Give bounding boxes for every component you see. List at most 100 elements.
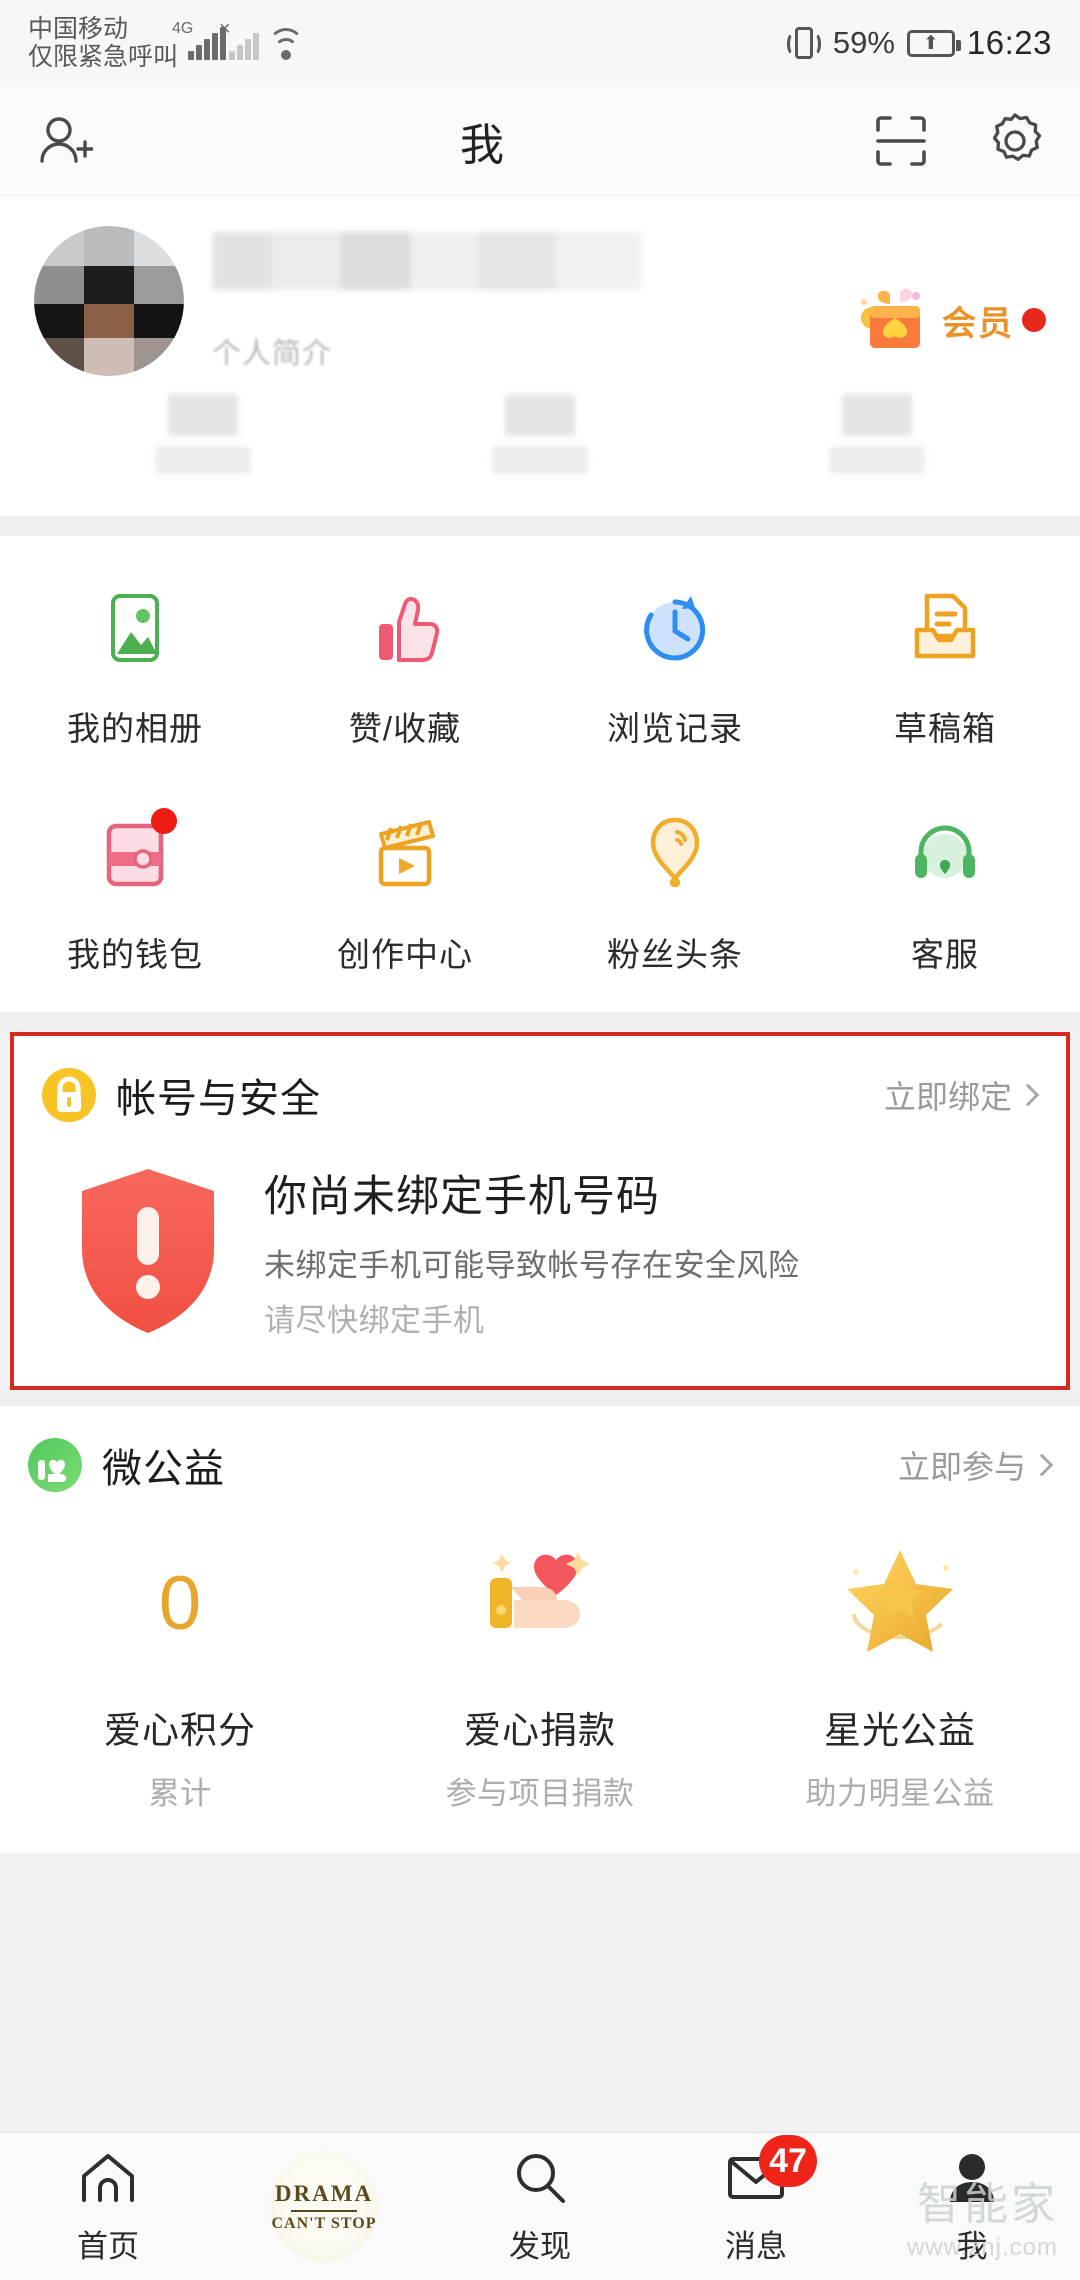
security-detail: 未绑定手机可能导致帐号存在安全风险 bbox=[264, 1248, 800, 1283]
signal-indicators: 4G × bbox=[172, 18, 305, 60]
signal-bars-sim2: × bbox=[219, 18, 260, 60]
tab-label: 首页 bbox=[77, 2229, 139, 2264]
clapperboard-icon bbox=[357, 806, 453, 902]
stat-item[interactable] bbox=[371, 394, 708, 474]
love-points-value-wrap: 0 bbox=[159, 1528, 201, 1678]
grid-item-label: 我的相册 bbox=[67, 710, 203, 747]
grid-row: 我的相册 赞/收藏 浏览记录 草稿箱 bbox=[0, 580, 1080, 750]
charity-item-sublabel: 助力明星公益 bbox=[805, 1776, 995, 1811]
history-clock-icon bbox=[627, 580, 723, 676]
add-friend-icon[interactable] bbox=[34, 110, 96, 172]
charity-item-label: 爱心积分 bbox=[104, 1710, 256, 1751]
stat-label bbox=[829, 446, 926, 474]
bind-now-link[interactable]: 立即绑定 bbox=[884, 1072, 1040, 1118]
stat-item[interactable] bbox=[34, 394, 371, 474]
charity-item-sublabel: 参与项目捐款 bbox=[445, 1776, 635, 1811]
grid-item-label: 赞/收藏 bbox=[348, 710, 462, 747]
grid-item-fans-headline[interactable]: 粉丝头条 bbox=[540, 806, 810, 976]
scan-qr-icon[interactable] bbox=[870, 110, 932, 172]
vip-red-dot bbox=[1022, 308, 1046, 332]
grid-item-drafts[interactable]: 草稿箱 bbox=[810, 580, 1080, 750]
chevron-right-icon bbox=[1016, 1083, 1040, 1107]
thumbs-up-icon bbox=[357, 580, 453, 676]
status-bar-left: 中国移动 仅限紧急呼叫 4G × bbox=[28, 15, 305, 71]
envelope-icon: 47 bbox=[725, 2135, 817, 2209]
search-icon bbox=[509, 2147, 571, 2209]
account-security-header[interactable]: 帐号与安全 立即绑定 bbox=[14, 1036, 1066, 1132]
grid-item-label: 我的钱包 bbox=[67, 936, 203, 973]
user-name bbox=[212, 232, 642, 290]
hand-heart-icon bbox=[470, 1528, 610, 1678]
charity-item-label: 爱心捐款 bbox=[464, 1710, 616, 1751]
bottom-tab-bar: 首页 DRAMA CAN'T STOP 发现 47 消息 我 bbox=[0, 2132, 1080, 2280]
gear-icon[interactable] bbox=[984, 110, 1046, 172]
profile-stats bbox=[34, 394, 1046, 474]
avatar[interactable] bbox=[34, 226, 184, 376]
network-type-label: 4G bbox=[172, 20, 194, 37]
balloon-icon bbox=[627, 806, 723, 902]
no-service-label: × bbox=[219, 18, 231, 40]
headset-icon bbox=[897, 806, 993, 902]
tab-drama-promo[interactable]: DRAMA CAN'T STOP bbox=[216, 2150, 432, 2263]
grid-item-label: 草稿箱 bbox=[894, 710, 996, 747]
vip-badge[interactable]: 会员 bbox=[856, 284, 1046, 356]
message-badge: 47 bbox=[759, 2135, 817, 2187]
grid-item-history[interactable]: 浏览记录 bbox=[540, 580, 810, 750]
charity-item-label: 星光公益 bbox=[824, 1710, 976, 1751]
charity-item-star-charity[interactable]: 星光公益 助力明星公益 bbox=[720, 1528, 1080, 1813]
section-divider bbox=[0, 1390, 1080, 1406]
clock: 16:23 bbox=[966, 24, 1052, 61]
status-bar: 中国移动 仅限紧急呼叫 4G × 59% ⬆ 16:23 bbox=[0, 0, 1080, 86]
charity-items: 0 爱心积分 累计 爱心捐款 参与项目捐款 星光公益 助力明星公益 bbox=[0, 1502, 1080, 1853]
stat-label bbox=[491, 446, 588, 474]
shield-warning-icon bbox=[58, 1156, 238, 1346]
header-actions bbox=[870, 110, 1046, 172]
charity-title-group: 微公益 bbox=[26, 1436, 225, 1494]
join-now-label: 立即参与 bbox=[897, 1449, 1026, 1485]
drama-line1: DRAMA bbox=[274, 2180, 374, 2206]
stat-value bbox=[504, 394, 575, 436]
page-title: 我 bbox=[460, 120, 506, 170]
profile-section[interactable]: 个人简介 会员 bbox=[0, 196, 1080, 516]
stat-item[interactable] bbox=[709, 394, 1046, 474]
stat-value bbox=[167, 394, 238, 436]
account-security-title: 帐号与安全 bbox=[116, 1077, 321, 1121]
chevron-right-icon bbox=[1030, 1453, 1054, 1477]
security-hint: 请尽快绑定手机 bbox=[264, 1303, 485, 1338]
charity-item-sublabel: 累计 bbox=[148, 1776, 212, 1811]
grid-item-creator-center[interactable]: 创作中心 bbox=[270, 806, 540, 976]
account-security-title-group: 帐号与安全 bbox=[40, 1066, 321, 1124]
charity-card[interactable]: 微公益 立即参与 0 爱心积分 累计 爱心捐款 参与项目捐款 星光公益 助力明星… bbox=[0, 1406, 1080, 1853]
security-warning-texts: 你尚未绑定手机号码 未绑定手机可能导致帐号存在安全风险 请尽快绑定手机 bbox=[264, 1162, 1036, 1340]
security-headline: 你尚未绑定手机号码 bbox=[264, 1173, 660, 1221]
battery-percent: 59% bbox=[832, 25, 895, 60]
grid-item-customer-service[interactable]: 客服 bbox=[810, 806, 1080, 976]
tab-home[interactable]: 首页 bbox=[0, 2147, 216, 2266]
tab-messages[interactable]: 47 消息 bbox=[648, 2135, 864, 2266]
grid-item-my-wallet[interactable]: 我的钱包 bbox=[0, 806, 270, 976]
lock-icon bbox=[42, 1068, 96, 1122]
grid-item-my-album[interactable]: 我的相册 bbox=[0, 580, 270, 750]
charging-bolt-icon: ⬆ bbox=[922, 32, 939, 54]
charity-item-donation[interactable]: 爱心捐款 参与项目捐款 bbox=[360, 1528, 720, 1813]
charity-item-love-points[interactable]: 0 爱心积分 累计 bbox=[0, 1528, 360, 1813]
charity-title: 微公益 bbox=[102, 1447, 225, 1491]
grid-item-label: 浏览记录 bbox=[607, 710, 743, 747]
wallet-icon bbox=[87, 806, 183, 902]
security-warning: 你尚未绑定手机号码 未绑定手机可能导致帐号存在安全风险 请尽快绑定手机 bbox=[14, 1132, 1066, 1386]
stat-value bbox=[842, 394, 913, 436]
grid-item-likes-favorites[interactable]: 赞/收藏 bbox=[270, 580, 540, 750]
love-points-value: 0 bbox=[158, 1560, 202, 1646]
grid-item-label: 客服 bbox=[911, 936, 979, 973]
tab-me[interactable]: 我 bbox=[864, 2147, 1080, 2266]
photo-album-icon bbox=[87, 580, 183, 676]
vibrate-icon bbox=[787, 24, 821, 62]
wallet-red-dot bbox=[151, 808, 177, 834]
join-now-link[interactable]: 立即参与 bbox=[897, 1442, 1054, 1488]
charity-header[interactable]: 微公益 立即参与 bbox=[0, 1406, 1080, 1502]
draft-box-icon bbox=[897, 580, 993, 676]
account-security-card[interactable]: 帐号与安全 立即绑定 你尚未绑定手机号码 未绑定手机可能导致帐号存在安全风险 请… bbox=[10, 1032, 1070, 1390]
page-header: 我 bbox=[0, 86, 1080, 196]
tab-discover[interactable]: 发现 bbox=[432, 2147, 648, 2266]
carrier-info: 中国移动 仅限紧急呼叫 bbox=[28, 15, 178, 71]
